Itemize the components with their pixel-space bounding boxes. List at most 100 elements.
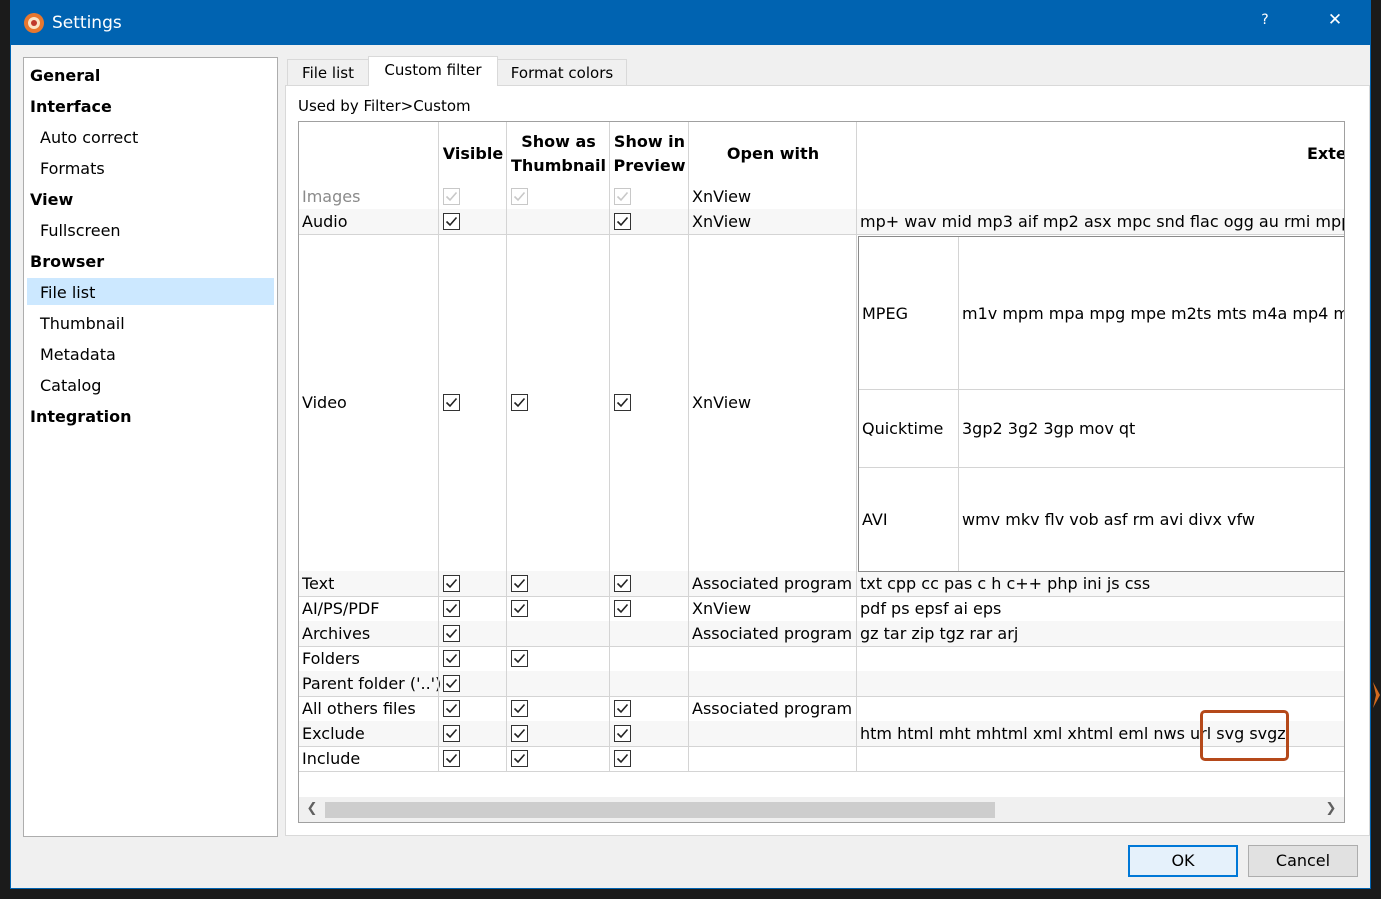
extensions-cell[interactable]: pdf ps epsf ai eps — [860, 597, 1344, 621]
thumbnail-checkbox[interactable] — [511, 575, 528, 592]
check-mark-icon — [513, 191, 526, 202]
open-with-cell[interactable]: XnView — [692, 210, 855, 234]
check-mark-icon — [445, 628, 458, 639]
visible-checkbox[interactable] — [443, 213, 460, 230]
cancel-button[interactable]: Cancel — [1248, 845, 1358, 877]
filter-table-grid: Visible Show as Thumbnail Show in Previe… — [299, 122, 1344, 797]
open-with-cell[interactable]: Associated program — [692, 622, 855, 646]
open-with-cell[interactable]: XnView — [692, 391, 855, 415]
used-by-label: Used by Filter>Custom — [298, 97, 471, 115]
title-bar: Settings ? ✕ — [11, 1, 1370, 45]
header-preview-line1: Show in — [613, 132, 686, 151]
nav-integration[interactable]: Integration — [30, 403, 132, 430]
open-with-cell[interactable]: Associated program — [692, 697, 855, 721]
row-type-name: Video — [302, 392, 347, 412]
video-subtype-table: MPEG m1v mpm mpa mpg mpe m2ts mts m4a mp… — [858, 236, 1344, 572]
nav-interface[interactable]: Interface — [30, 93, 112, 120]
check-mark-icon — [616, 397, 629, 408]
extensions-cell[interactable]: gz tar zip tgz rar arj — [860, 622, 1344, 646]
check-mark-icon — [445, 191, 458, 202]
horizontal-scrollbar[interactable]: ❮ ❯ — [299, 797, 1344, 822]
subtype-extensions[interactable]: wmv mkv flv vob asf rm avi divx vfw — [962, 508, 1344, 532]
preview-checkbox — [614, 188, 631, 205]
tab-format-colors[interactable]: Format colors — [497, 59, 627, 85]
thumbnail-checkbox[interactable] — [511, 394, 528, 411]
subtype-row-divider — [859, 467, 1344, 468]
preview-checkbox[interactable] — [614, 575, 631, 592]
row-divider — [299, 771, 1344, 772]
thumbnail-checkbox[interactable] — [511, 700, 528, 717]
check-mark-icon — [616, 603, 629, 614]
check-mark-icon — [513, 728, 526, 739]
nav-view[interactable]: View — [30, 186, 73, 213]
visible-checkbox[interactable] — [443, 600, 460, 617]
row-type-name: Include — [302, 748, 361, 768]
thumbnail-checkbox[interactable] — [511, 600, 528, 617]
filter-table: Visible Show as Thumbnail Show in Previe… — [298, 121, 1345, 823]
nav-thumbnail[interactable]: Thumbnail — [40, 310, 125, 337]
visible-checkbox[interactable] — [443, 750, 460, 767]
nav-auto-correct[interactable]: Auto correct — [40, 124, 138, 151]
subtype-extensions[interactable]: 3gp2 3g2 3gp mov qt — [962, 417, 1344, 441]
preview-checkbox[interactable] — [614, 750, 631, 767]
ok-button[interactable]: OK — [1128, 845, 1238, 877]
open-with-cell[interactable]: XnView — [692, 185, 855, 209]
check-mark-icon — [513, 753, 526, 764]
check-mark-icon — [445, 578, 458, 589]
preview-checkbox[interactable] — [614, 213, 631, 230]
subtype-row-divider — [859, 389, 1344, 390]
open-with-cell[interactable]: XnView — [692, 597, 855, 621]
thumbnail-checkbox — [511, 188, 528, 205]
column-divider — [688, 122, 689, 771]
scroll-right-arrow-icon[interactable]: ❯ — [1321, 799, 1341, 819]
column-divider — [609, 122, 610, 771]
visible-checkbox[interactable] — [443, 650, 460, 667]
row-type-name: Parent folder ('..') — [302, 673, 442, 693]
open-with-cell[interactable]: Associated program — [692, 572, 855, 596]
check-mark-icon — [445, 678, 458, 689]
check-mark-icon — [445, 216, 458, 227]
row-type-name: Audio — [302, 211, 348, 231]
check-mark-icon — [616, 753, 629, 764]
nav-browser[interactable]: Browser — [30, 248, 104, 275]
scroll-left-arrow-icon[interactable]: ❮ — [302, 799, 322, 819]
subtype-name: Quicktime — [862, 419, 944, 438]
extensions-cell[interactable]: mp+ wav mid mp3 aif mp2 asx mpc snd flac… — [860, 210, 1344, 234]
nav-fullscreen[interactable]: Fullscreen — [40, 217, 121, 244]
subtype-name: AVI — [862, 510, 888, 529]
nav-general[interactable]: General — [30, 62, 100, 89]
extensions-cell[interactable]: txt cpp cc pas c h c++ php ini js css — [860, 572, 1344, 596]
check-mark-icon — [445, 603, 458, 614]
visible-checkbox[interactable] — [443, 675, 460, 692]
nav-metadata[interactable]: Metadata — [40, 341, 116, 368]
preview-checkbox[interactable] — [614, 725, 631, 742]
thumbnail-checkbox[interactable] — [511, 725, 528, 742]
visible-checkbox[interactable] — [443, 625, 460, 642]
thumbnail-checkbox[interactable] — [511, 650, 528, 667]
tab-file-list[interactable]: File list — [287, 59, 369, 85]
row-type-name: All others files — [302, 698, 416, 718]
check-mark-icon — [616, 191, 629, 202]
check-mark-icon — [616, 578, 629, 589]
check-mark-icon — [513, 603, 526, 614]
subtype-extensions[interactable]: m1v mpm mpa mpg mpe m2ts mts m4a mp4 m — [962, 302, 1344, 326]
scrollbar-thumb[interactable] — [325, 802, 995, 818]
preview-checkbox[interactable] — [614, 394, 631, 411]
tab-custom-filter[interactable]: Custom filter — [368, 56, 498, 86]
visible-checkbox[interactable] — [443, 575, 460, 592]
close-button[interactable]: ✕ — [1321, 10, 1349, 30]
visible-checkbox[interactable] — [443, 394, 460, 411]
preview-checkbox[interactable] — [614, 600, 631, 617]
nav-file-list[interactable]: File list — [40, 279, 95, 306]
nav-catalog[interactable]: Catalog — [40, 372, 101, 399]
help-button[interactable]: ? — [1253, 12, 1277, 28]
row-type-name: Archives — [302, 623, 371, 643]
nav-formats[interactable]: Formats — [40, 155, 105, 182]
header-visible: Visible — [442, 144, 504, 163]
thumbnail-checkbox[interactable] — [511, 750, 528, 767]
row-type-name: AI/PS/PDF — [302, 598, 380, 618]
visible-checkbox[interactable] — [443, 725, 460, 742]
visible-checkbox[interactable] — [443, 700, 460, 717]
preview-checkbox[interactable] — [614, 700, 631, 717]
row-divider — [299, 746, 1344, 747]
